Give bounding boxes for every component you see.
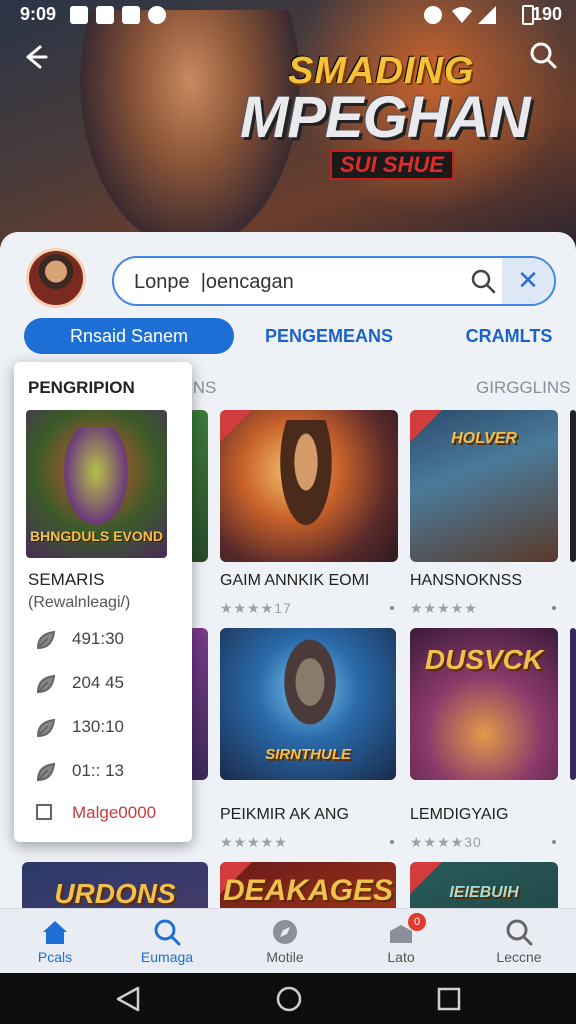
search-icon[interactable] bbox=[470, 268, 496, 294]
more-icon[interactable] bbox=[552, 840, 556, 844]
clear-search-button[interactable]: ✕ bbox=[502, 258, 554, 304]
card-logo: URDONS bbox=[54, 878, 176, 909]
popup-game-image[interactable]: BHNGDULS EVOND bbox=[26, 410, 167, 558]
back-triangle-icon[interactable] bbox=[114, 986, 142, 1017]
card-character-art bbox=[266, 420, 346, 560]
leaf-icon bbox=[34, 760, 58, 784]
app-icon bbox=[96, 6, 114, 24]
nav-label: Pcals bbox=[37, 949, 73, 965]
recents-square-icon[interactable] bbox=[436, 986, 462, 1017]
nav-item-home[interactable]: Pcals bbox=[0, 909, 110, 973]
record-icon bbox=[148, 6, 166, 24]
card-rating: ★★★★30 bbox=[410, 834, 482, 850]
leaf-icon bbox=[34, 628, 58, 652]
leaf-icon bbox=[34, 716, 58, 740]
stat-value: 491:30 bbox=[72, 629, 124, 648]
home-icon bbox=[40, 917, 70, 947]
tab-cramlts[interactable]: CRAMLTS bbox=[460, 318, 558, 354]
battery-level: 190 bbox=[531, 4, 562, 24]
card-title: PEIKMIR AK ANG bbox=[220, 806, 349, 823]
popup-game-subtitle: (Rewalnleagi/) bbox=[28, 594, 131, 611]
card-ribbon bbox=[220, 410, 252, 442]
status-time: 9:09 bbox=[20, 4, 57, 24]
stat-value: 01:: 13 bbox=[72, 761, 124, 780]
stat-row: 130:10 bbox=[34, 714, 184, 742]
nav-label: Motile bbox=[266, 949, 304, 965]
wifi-icon bbox=[452, 6, 472, 24]
search-input[interactable] bbox=[132, 268, 456, 296]
back-arrow-icon[interactable] bbox=[18, 40, 52, 74]
compass-icon bbox=[270, 917, 300, 947]
card-title: GAIM ANNKIK EOMI bbox=[220, 572, 370, 589]
game-card[interactable]: SIRNTHULE bbox=[220, 628, 396, 780]
leaf-icon bbox=[34, 672, 58, 696]
stat-row: 491:30 bbox=[34, 626, 184, 654]
tab-featured[interactable]: Rnsaid Sanem bbox=[24, 318, 234, 354]
search-icon bbox=[504, 917, 534, 947]
card-logo: IEIEBUIH bbox=[449, 884, 519, 901]
game-card-partial[interactable] bbox=[570, 628, 576, 780]
more-icon[interactable] bbox=[390, 840, 394, 844]
hero-title-badge: SUI SHUE bbox=[330, 150, 454, 180]
hero-banner: SMADING MPEGHAN SUI SHUE bbox=[0, 0, 576, 250]
bottom-navigation: Pcals Eumaga Motile 0 Lato Leccne bbox=[0, 908, 576, 973]
nav-item-notifications[interactable]: 0 Lato bbox=[346, 909, 456, 973]
home-circle-icon[interactable] bbox=[275, 985, 303, 1018]
popup-game-name: SEMARIS bbox=[28, 570, 105, 589]
card-logo: SIRNTHULE bbox=[265, 746, 351, 763]
stat-row: 204 45 bbox=[34, 670, 184, 698]
alarm-icon bbox=[424, 6, 442, 24]
tab-pengemeans[interactable]: PENGEMEANS bbox=[262, 318, 396, 354]
section-label-left: INS bbox=[188, 378, 217, 397]
checkbox-label[interactable]: Malge0000 bbox=[72, 803, 156, 823]
checkbox[interactable] bbox=[36, 804, 52, 820]
search-icon bbox=[152, 917, 182, 947]
mail-icon bbox=[122, 6, 140, 24]
signal-icon bbox=[478, 6, 496, 24]
popup-character-art bbox=[56, 428, 136, 538]
card-logo: DUSVCK bbox=[424, 644, 544, 675]
search-bar[interactable]: ✕ bbox=[112, 256, 556, 306]
game-card[interactable]: URDONS bbox=[22, 862, 208, 912]
game-detail-popup[interactable]: PENGRIPION BHNGDULS EVOND SEMARIS (Rewal… bbox=[14, 362, 192, 842]
hero-title-line2: MPEGHAN bbox=[240, 85, 530, 150]
card-title: LEMDIGYAIG bbox=[410, 806, 509, 823]
card-rating: ★★★★★ bbox=[220, 834, 288, 850]
nav-label: Leccne bbox=[496, 949, 542, 965]
status-bar: 9:09 190 bbox=[0, 0, 576, 32]
stat-value: 204 45 bbox=[72, 673, 124, 692]
search-icon[interactable] bbox=[528, 40, 558, 70]
system-navigation-bar bbox=[0, 972, 576, 1024]
popup-title: PENGRIPION bbox=[28, 378, 135, 397]
game-card[interactable]: HOLVER bbox=[410, 410, 558, 562]
nav-label: Eumaga bbox=[140, 949, 194, 965]
nav-item-explore[interactable]: Motile bbox=[230, 909, 340, 973]
stat-row: 01:: 13 bbox=[34, 758, 184, 786]
card-logo: DEAKAGES bbox=[222, 874, 394, 907]
avatar[interactable] bbox=[26, 248, 86, 308]
stat-value: 130:10 bbox=[72, 717, 124, 736]
card-logo: HOLVER bbox=[451, 430, 517, 447]
more-icon[interactable] bbox=[390, 606, 394, 610]
game-card[interactable]: DEAKAGES bbox=[220, 862, 396, 912]
nav-item-search-alt[interactable]: Leccne bbox=[464, 909, 574, 973]
popup-game-logo: BHNGDULS EVOND bbox=[29, 528, 163, 544]
game-card-partial[interactable] bbox=[570, 410, 576, 562]
card-character-art bbox=[270, 638, 350, 748]
close-icon: ✕ bbox=[517, 265, 539, 295]
game-card[interactable]: DUSVCK bbox=[410, 628, 558, 780]
section-label-right: GIRGGLINS bbox=[476, 378, 571, 397]
nav-label: Lato bbox=[387, 949, 415, 965]
more-icon[interactable] bbox=[552, 606, 556, 610]
notification-icon bbox=[70, 6, 88, 24]
card-rating: ★★★★★ bbox=[410, 600, 478, 616]
card-title: HANSNOKNSS bbox=[410, 572, 523, 589]
card-rating: ★★★★17 bbox=[220, 600, 292, 616]
game-card[interactable] bbox=[220, 410, 398, 562]
notification-badge: 0 bbox=[408, 913, 426, 931]
nav-item-search[interactable]: Eumaga bbox=[112, 909, 222, 973]
game-card[interactable]: IEIEBUIH bbox=[410, 862, 558, 912]
